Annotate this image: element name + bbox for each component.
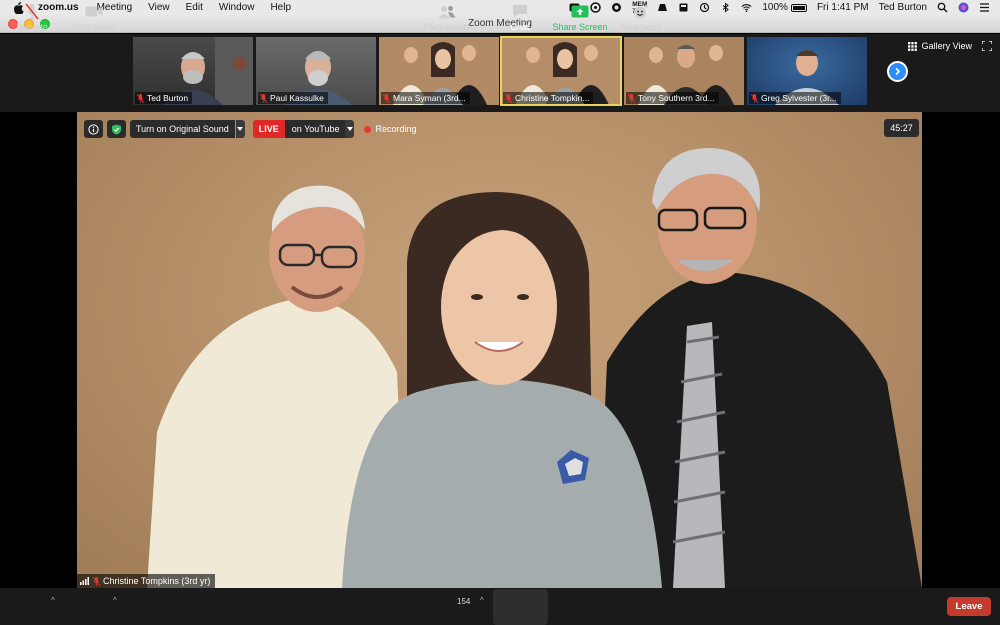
recording-indicator[interactable]: Recording	[364, 124, 417, 134]
chat-button-highlight	[493, 589, 548, 625]
reactions-label: Reactions	[620, 22, 662, 32]
info-icon	[88, 123, 99, 135]
battery-percent: 100%	[762, 2, 788, 13]
reactions-button[interactable]: Reactions	[619, 3, 663, 35]
original-sound-dropdown[interactable]	[235, 120, 245, 138]
gallery-view-button[interactable]: Gallery View	[907, 41, 972, 51]
active-speaker-name: Christine Tompkins (3rd yr)	[103, 576, 211, 586]
muted-mic-icon	[505, 93, 512, 103]
muted-microphone-icon	[25, 3, 39, 20]
original-sound-control: Turn on Original Sound	[130, 120, 245, 138]
participants-button[interactable]: Participants	[421, 3, 473, 35]
bluetooth-icon[interactable]	[720, 2, 731, 13]
participant-name: Tony Southern 3rd...	[638, 93, 715, 103]
muted-mic-icon	[137, 93, 144, 103]
participant-thumbnail-mara-syman[interactable]: Mara Syman (3rd...	[379, 37, 499, 105]
original-sound-button[interactable]: Turn on Original Sound	[130, 120, 235, 138]
share-screen-icon	[571, 5, 589, 17]
active-speaker-video	[77, 112, 922, 588]
dropbox-icon[interactable]	[678, 2, 689, 13]
participant-name-label: Paul Kassulke	[258, 92, 328, 104]
muted-mic-icon	[383, 93, 390, 103]
main-video-stage: Christine Tompkins (3rd yr)	[0, 112, 1000, 588]
participant-thumbnail-ted-burton[interactable]: Ted Burton	[133, 37, 253, 105]
spotlight-search-icon[interactable]	[937, 2, 948, 13]
fullscreen-icon[interactable]	[982, 41, 992, 51]
participant-name: Paul Kassulke	[270, 93, 324, 103]
chat-bubble-icon	[513, 5, 527, 18]
leave-meeting-button[interactable]: Leave	[947, 597, 991, 616]
chat-button[interactable]: Chat	[500, 3, 540, 35]
wifi-icon[interactable]	[741, 2, 752, 13]
signal-bars-icon	[80, 577, 89, 585]
participant-thumbnail-greg-sylvester[interactable]: Greg Sylvester (3r...	[747, 37, 867, 105]
participant-name: Mara Syman (3rd...	[393, 93, 466, 103]
gallery-strip: Ted Burton Paul Kassulke Mara Syman (3rd…	[0, 34, 1000, 112]
participant-thumbnail-paul-kassulke[interactable]: Paul Kassulke	[256, 37, 376, 105]
share-screen-button[interactable]: Share Screen	[552, 3, 608, 35]
recording-label: Recording	[375, 124, 417, 134]
menu-edit[interactable]: Edit	[186, 2, 203, 13]
participant-thumbnail-tony-southern[interactable]: Tony Southern 3rd...	[624, 37, 744, 105]
participants-label: Participants	[423, 22, 471, 32]
audio-options-caret[interactable]: ^	[51, 596, 55, 605]
current-user[interactable]: Ted Burton	[879, 2, 927, 13]
chevron-right-icon	[895, 67, 901, 76]
participant-thumbnail-christine-tompkins[interactable]: Christine Tompkin...	[500, 36, 622, 106]
stop-video-button[interactable]: Stop Video	[70, 3, 118, 35]
meeting-timer: 45:27	[884, 119, 919, 137]
recording-dot-icon	[364, 125, 372, 133]
chevron-down-icon	[346, 127, 353, 131]
participant-name-label: Greg Sylvester (3r...	[749, 92, 841, 104]
unmute-button[interactable]: Unmute	[14, 3, 50, 35]
smiley-icon	[634, 4, 648, 18]
active-speaker-label: Christine Tompkins (3rd yr)	[77, 574, 216, 588]
participant-name-label: Tony Southern 3rd...	[626, 92, 719, 104]
live-badge: LIVE	[252, 120, 285, 138]
share-screen-label: Share Screen	[552, 22, 608, 32]
meeting-info-button[interactable]	[84, 120, 103, 138]
participant-count-badge: 154	[457, 597, 471, 606]
muted-mic-icon	[751, 93, 758, 103]
clock[interactable]: Fri 1:41 PM	[817, 2, 869, 13]
participant-name: Christine Tompkin...	[515, 93, 590, 103]
muted-mic-icon	[260, 93, 267, 103]
chevron-down-icon	[237, 127, 244, 131]
stop-video-label: Stop Video	[72, 22, 116, 32]
muted-mic-icon	[93, 576, 100, 586]
speaker-video-frame	[147, 147, 922, 588]
participants-options-caret[interactable]: ^	[480, 596, 484, 605]
chat-label: Chat	[510, 22, 530, 32]
video-options-caret[interactable]: ^	[113, 596, 117, 605]
participant-name-label: Ted Burton	[135, 92, 193, 104]
grid-icon	[907, 41, 917, 51]
menu-window[interactable]: Window	[219, 2, 255, 13]
muted-mic-icon	[628, 93, 635, 103]
youtube-live-button[interactable]: on YouTube	[284, 120, 346, 138]
battery-indicator[interactable]: 100%	[762, 2, 807, 13]
participant-name-label: Mara Syman (3rd...	[381, 92, 470, 104]
participant-name-label: Christine Tompkin...	[503, 92, 594, 104]
gallery-view-label: Gallery View	[921, 41, 972, 51]
participants-icon	[438, 5, 456, 18]
time-machine-icon[interactable]	[699, 2, 710, 13]
security-shield-button[interactable]	[107, 120, 126, 138]
unmute-label: Unmute	[16, 22, 48, 32]
battery-icon	[790, 3, 807, 12]
live-stream-dropdown[interactable]	[345, 120, 355, 138]
notification-center-icon[interactable]	[979, 2, 990, 13]
menu-view[interactable]: View	[148, 2, 170, 13]
live-stream-control: LIVE on YouTube	[252, 120, 355, 138]
shield-icon	[112, 124, 121, 134]
participant-name: Greg Sylvester (3r...	[761, 93, 837, 103]
meeting-info-bar: Turn on Original Sound LIVE on YouTube R…	[84, 119, 417, 139]
participant-name: Ted Burton	[147, 93, 189, 103]
next-page-button[interactable]	[887, 61, 908, 82]
siri-icon[interactable]	[958, 2, 969, 13]
video-camera-icon	[85, 6, 103, 17]
menu-help[interactable]: Help	[270, 2, 291, 13]
